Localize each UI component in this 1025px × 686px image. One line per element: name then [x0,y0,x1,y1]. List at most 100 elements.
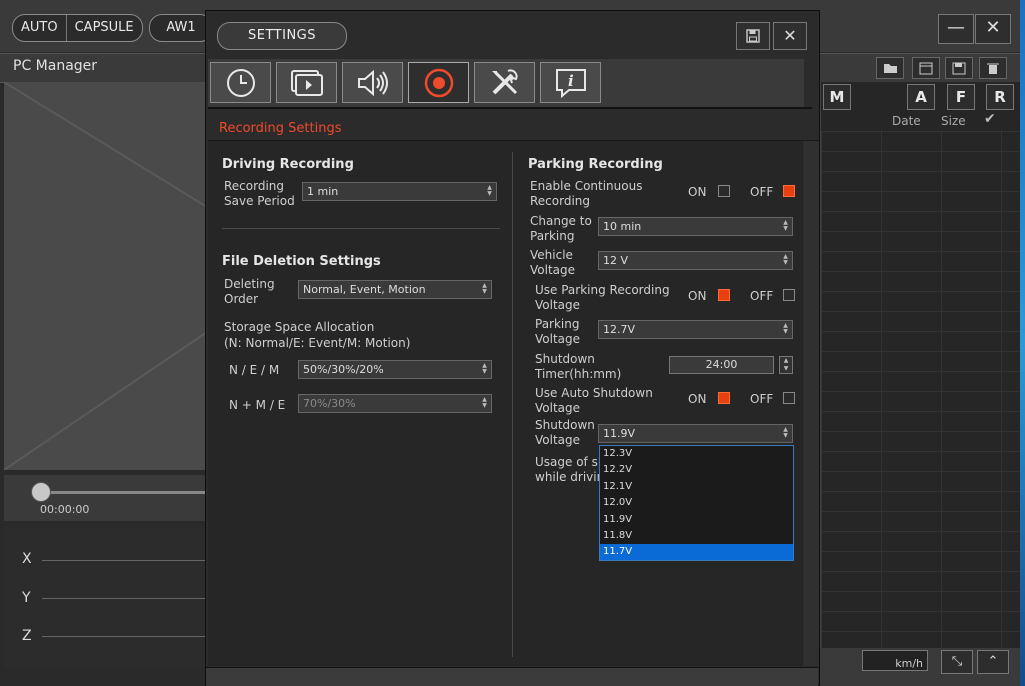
parking-voltage-label: Parking Voltage [535,317,581,346]
spin-arrows-icon: ▲ ▼ [783,253,788,266]
shutdown-voltage-select[interactable]: 11.9V ▲ ▼ [598,424,793,443]
app-close-button[interactable]: ✕ [975,14,1011,44]
mode-toggle[interactable]: AUTO CAPSULE [12,14,143,42]
x-axis-label: X [22,551,32,567]
nme-select: 70%/30% ▲ ▼ [298,394,492,413]
desktop-edge [1020,0,1025,686]
nem-select[interactable]: 50%/30%/20% ▲ ▼ [298,360,492,379]
y-axis-label: Y [22,590,31,606]
parking-voltage-value: 12.7V [603,323,636,336]
shutdown-timer-spinner[interactable]: ▲ ▼ [779,356,793,374]
pc-manager-title: PC Manager [13,58,98,74]
spin-arrows-icon: ▲ ▼ [482,396,487,409]
parking-voltage-on-label: ON [688,289,707,303]
tab-sound[interactable] [342,62,403,103]
parking-voltage-off-checkbox[interactable] [783,289,795,301]
file-list-grid [821,131,1019,648]
timeline-handle[interactable] [31,482,51,502]
timeline-track[interactable] [40,491,210,494]
tab-info[interactable]: i [540,62,601,103]
parking-voltage-off-label: OFF [750,289,774,303]
parking-recording-heading: Parking Recording [528,157,663,172]
size-column-header[interactable]: Size [941,114,966,128]
speed-display: km/h [862,650,928,671]
tab-playback[interactable] [276,62,337,103]
settings-title: SETTINGS [217,22,347,50]
spin-arrows-icon: ▲ ▼ [783,426,788,439]
continuous-off-checkbox[interactable] [783,185,795,197]
save-period-select[interactable]: 1 min ▲ ▼ [302,182,497,201]
capsule-mode-button[interactable]: CAPSULE [65,15,142,41]
filter-all-button[interactable]: A [907,84,935,110]
filter-r-button[interactable]: R [986,84,1014,110]
tab-recording[interactable] [408,62,469,103]
save-icon[interactable] [945,57,973,79]
folder-icon[interactable] [876,57,904,79]
parking-voltage-on-checkbox[interactable] [718,289,730,301]
z-axis-line [42,636,207,637]
tab-time[interactable] [210,62,271,103]
video-preview [4,82,207,470]
continuous-recording-label: Enable Continuous Recording [530,179,643,208]
expand-icon[interactable]: ⤡ [941,650,973,674]
save-period-value: 1 min [307,185,339,198]
date-column-header[interactable]: Date [892,114,921,128]
vehicle-voltage-select[interactable]: 12 V ▲ ▼ [598,251,793,270]
auto-shutdown-on-checkbox[interactable] [718,392,730,404]
tab-system[interactable] [474,62,535,103]
timeline-time: 00:00:00 [40,503,90,516]
dropdown-option[interactable]: 12.0V [600,495,793,511]
deleting-order-select[interactable]: Normal, Event, Motion ▲ ▼ [298,280,492,299]
y-axis-line [42,598,207,599]
model-button[interactable]: AW1 [149,14,213,42]
filter-manual-button[interactable]: M [823,84,851,110]
playback-icon [290,69,323,96]
parking-voltage-select[interactable]: 12.7V ▲ ▼ [598,320,793,339]
info-icon: i [555,68,586,98]
check-column-icon[interactable]: ✔ [984,111,996,127]
nme-value: 70%/30% [303,397,356,410]
change-to-parking-select[interactable]: 10 min ▲ ▼ [598,217,793,236]
dropdown-option[interactable]: 11.7V [600,544,793,561]
g-sensor-graph [4,527,207,667]
clock-icon [226,68,255,97]
shutdown-voltage-value: 11.9V [603,427,636,440]
deleting-order-value: Normal, Event, Motion [303,283,426,296]
spin-arrows-icon: ▲ ▼ [783,322,788,335]
chevron-up-icon[interactable]: ⌃ [977,650,1009,674]
shutdown-voltage-dropdown[interactable]: 12.3V 12.2V 12.1V 12.0V 11.9V 11.8V 11.7V [599,445,794,561]
continuous-on-checkbox[interactable] [718,185,730,197]
save-period-label: Recording Save Period [224,179,295,208]
tab-divider [208,107,812,109]
settings-scrollbar[interactable] [802,141,819,666]
nme-label: N + M / E [229,398,286,412]
shutdown-timer-input[interactable]: 24:00 [669,356,774,374]
left-divider [222,228,500,229]
settings-save-icon[interactable] [736,22,770,50]
dropdown-option[interactable]: 12.3V [600,446,793,462]
filter-f-button[interactable]: F [947,84,975,110]
dropdown-option[interactable]: 12.2V [600,462,793,478]
continuous-off-label: OFF [750,185,774,199]
spin-arrows-icon: ▲ ▼ [783,219,788,232]
x-axis-line [42,560,207,561]
dropdown-option[interactable]: 11.9V [600,512,793,528]
trash-icon[interactable] [979,57,1007,79]
change-to-parking-label: Change to Parking [530,214,592,243]
auto-shutdown-off-checkbox[interactable] [783,392,795,404]
shutdown-timer-label: Shutdown Timer(hh:mm) [535,352,622,381]
calendar-icon[interactable] [912,57,940,79]
continuous-on-label: ON [688,185,707,199]
settings-close-button[interactable]: ✕ [773,22,807,50]
vehicle-voltage-value: 12 V [603,254,629,267]
use-parking-voltage-label: Use Parking Recording Voltage [535,283,670,312]
minimize-button[interactable]: — [938,14,974,44]
dropdown-option[interactable]: 12.1V [600,479,793,495]
nem-value: 50%/30%/20% [303,363,384,376]
spin-arrows-icon: ▲ ▼ [482,282,487,295]
record-icon [424,68,453,97]
file-deletion-heading: File Deletion Settings [222,254,381,269]
dropdown-option[interactable]: 11.8V [600,528,793,544]
change-to-parking-value: 10 min [603,220,642,233]
auto-mode-button[interactable]: AUTO [13,15,66,41]
